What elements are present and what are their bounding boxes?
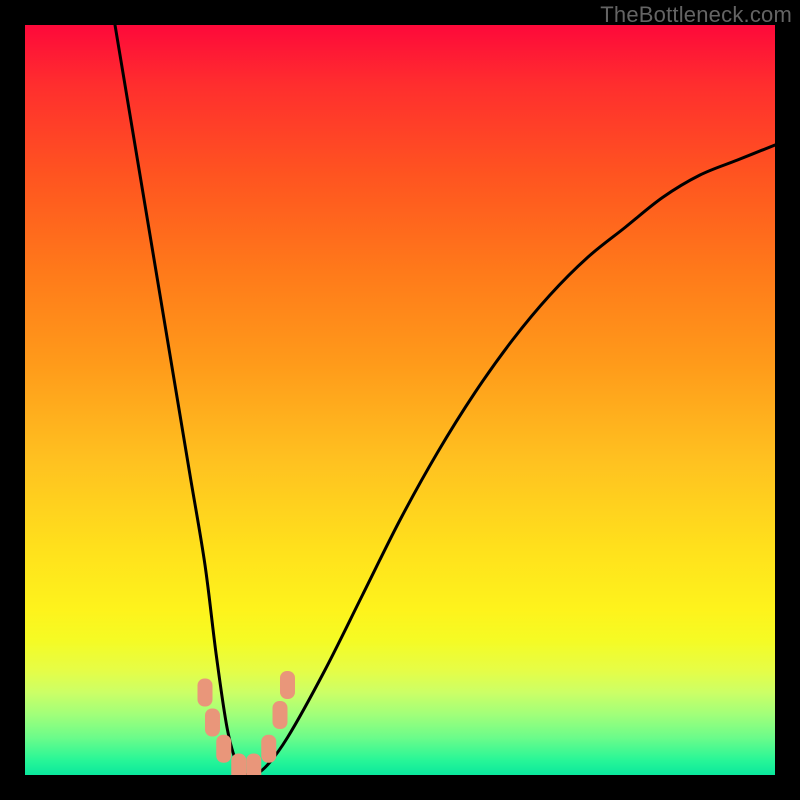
plot-area — [25, 25, 775, 775]
curve-markers — [198, 671, 296, 775]
bottleneck-curve — [115, 25, 775, 775]
curve-marker — [231, 754, 246, 776]
curve-marker — [273, 701, 288, 729]
curve-marker — [216, 735, 231, 763]
curve-marker — [205, 709, 220, 737]
curve-marker — [261, 735, 276, 763]
curve-marker — [280, 671, 295, 699]
watermark-text: TheBottleneck.com — [600, 2, 792, 28]
chart-frame: TheBottleneck.com — [0, 0, 800, 800]
curve-marker — [246, 754, 261, 776]
curve-marker — [198, 679, 213, 707]
curve-svg — [25, 25, 775, 775]
